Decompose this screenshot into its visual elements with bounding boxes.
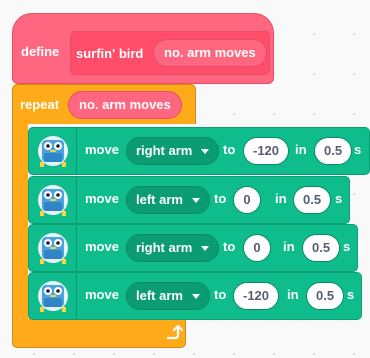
caret-down-icon (201, 149, 210, 154)
angle-input[interactable]: 0 (233, 186, 261, 214)
extension-icon-box (29, 177, 77, 223)
caret-down-icon (191, 294, 200, 299)
seconds-label: s (343, 239, 351, 254)
move-label: move (85, 239, 119, 254)
arm-dropdown[interactable]: right arm (126, 234, 220, 262)
arm-dropdown-value: right arm (136, 240, 193, 255)
define-block[interactable]: define surfin' bird no. arm moves (12, 13, 274, 84)
in-label: in (287, 287, 299, 302)
repeat-label: repeat (20, 97, 60, 112)
duration-input[interactable]: 0.5 (314, 137, 353, 165)
repeat-count-reporter[interactable]: no. arm moves (68, 91, 182, 119)
to-label: to (223, 239, 236, 254)
angle-input[interactable]: -120 (243, 137, 290, 165)
seconds-label: s (347, 287, 355, 302)
caret-down-icon (201, 246, 210, 251)
caret-down-icon (191, 198, 200, 203)
arm-dropdown-value: right arm (136, 143, 193, 158)
to-label: to (214, 191, 227, 206)
repeat-block-bottom (12, 318, 186, 348)
robot-face-icon (38, 136, 68, 167)
robot-face-icon (38, 185, 68, 216)
arm-dropdown[interactable]: left arm (126, 186, 210, 214)
custom-block-name: surfin' bird (76, 46, 144, 61)
arm-dropdown-value: left arm (136, 192, 183, 207)
move-label: move (85, 287, 119, 302)
move-label: move (85, 191, 119, 206)
seconds-label: s (335, 191, 343, 206)
move-arm-block[interactable]: move left arm to 0 in 0.5 s (28, 176, 350, 224)
duration-input[interactable]: 0.5 (302, 234, 341, 262)
repeat-block[interactable]: repeat no. arm moves (12, 84, 196, 124)
angle-input[interactable]: -120 (233, 282, 280, 310)
define-label: define (21, 44, 60, 59)
parameter-reporter[interactable]: no. arm moves (153, 39, 267, 67)
robot-face-icon (38, 233, 68, 264)
move-arm-block[interactable]: move left arm to -120 in 0.5 s (28, 272, 362, 320)
move-arm-block[interactable]: move right arm to -120 in 0.5 s (28, 127, 370, 175)
custom-block-prototype[interactable]: surfin' bird no. arm moves (70, 31, 270, 75)
arm-dropdown[interactable]: left arm (126, 282, 210, 310)
loop-arrow-icon (166, 324, 183, 340)
move-arm-block[interactable]: move right arm to 0 in 0.5 s (28, 224, 358, 272)
in-label: in (275, 191, 287, 206)
extension-icon-box (29, 273, 77, 319)
duration-input[interactable]: 0.5 (293, 186, 332, 214)
arm-dropdown[interactable]: right arm (126, 137, 220, 165)
extension-icon-box (29, 225, 77, 271)
robot-face-icon (38, 281, 68, 312)
in-label: in (283, 239, 295, 254)
seconds-label: s (354, 142, 362, 157)
extension-icon-box (29, 128, 77, 174)
to-label: to (214, 287, 227, 302)
duration-input[interactable]: 0.5 (306, 282, 345, 310)
angle-input[interactable]: 0 (243, 234, 271, 262)
in-label: in (295, 142, 307, 157)
to-label: to (223, 142, 236, 157)
arm-dropdown-value: left arm (136, 288, 183, 303)
move-label: move (85, 142, 119, 157)
repeat-block-arm (12, 124, 28, 322)
